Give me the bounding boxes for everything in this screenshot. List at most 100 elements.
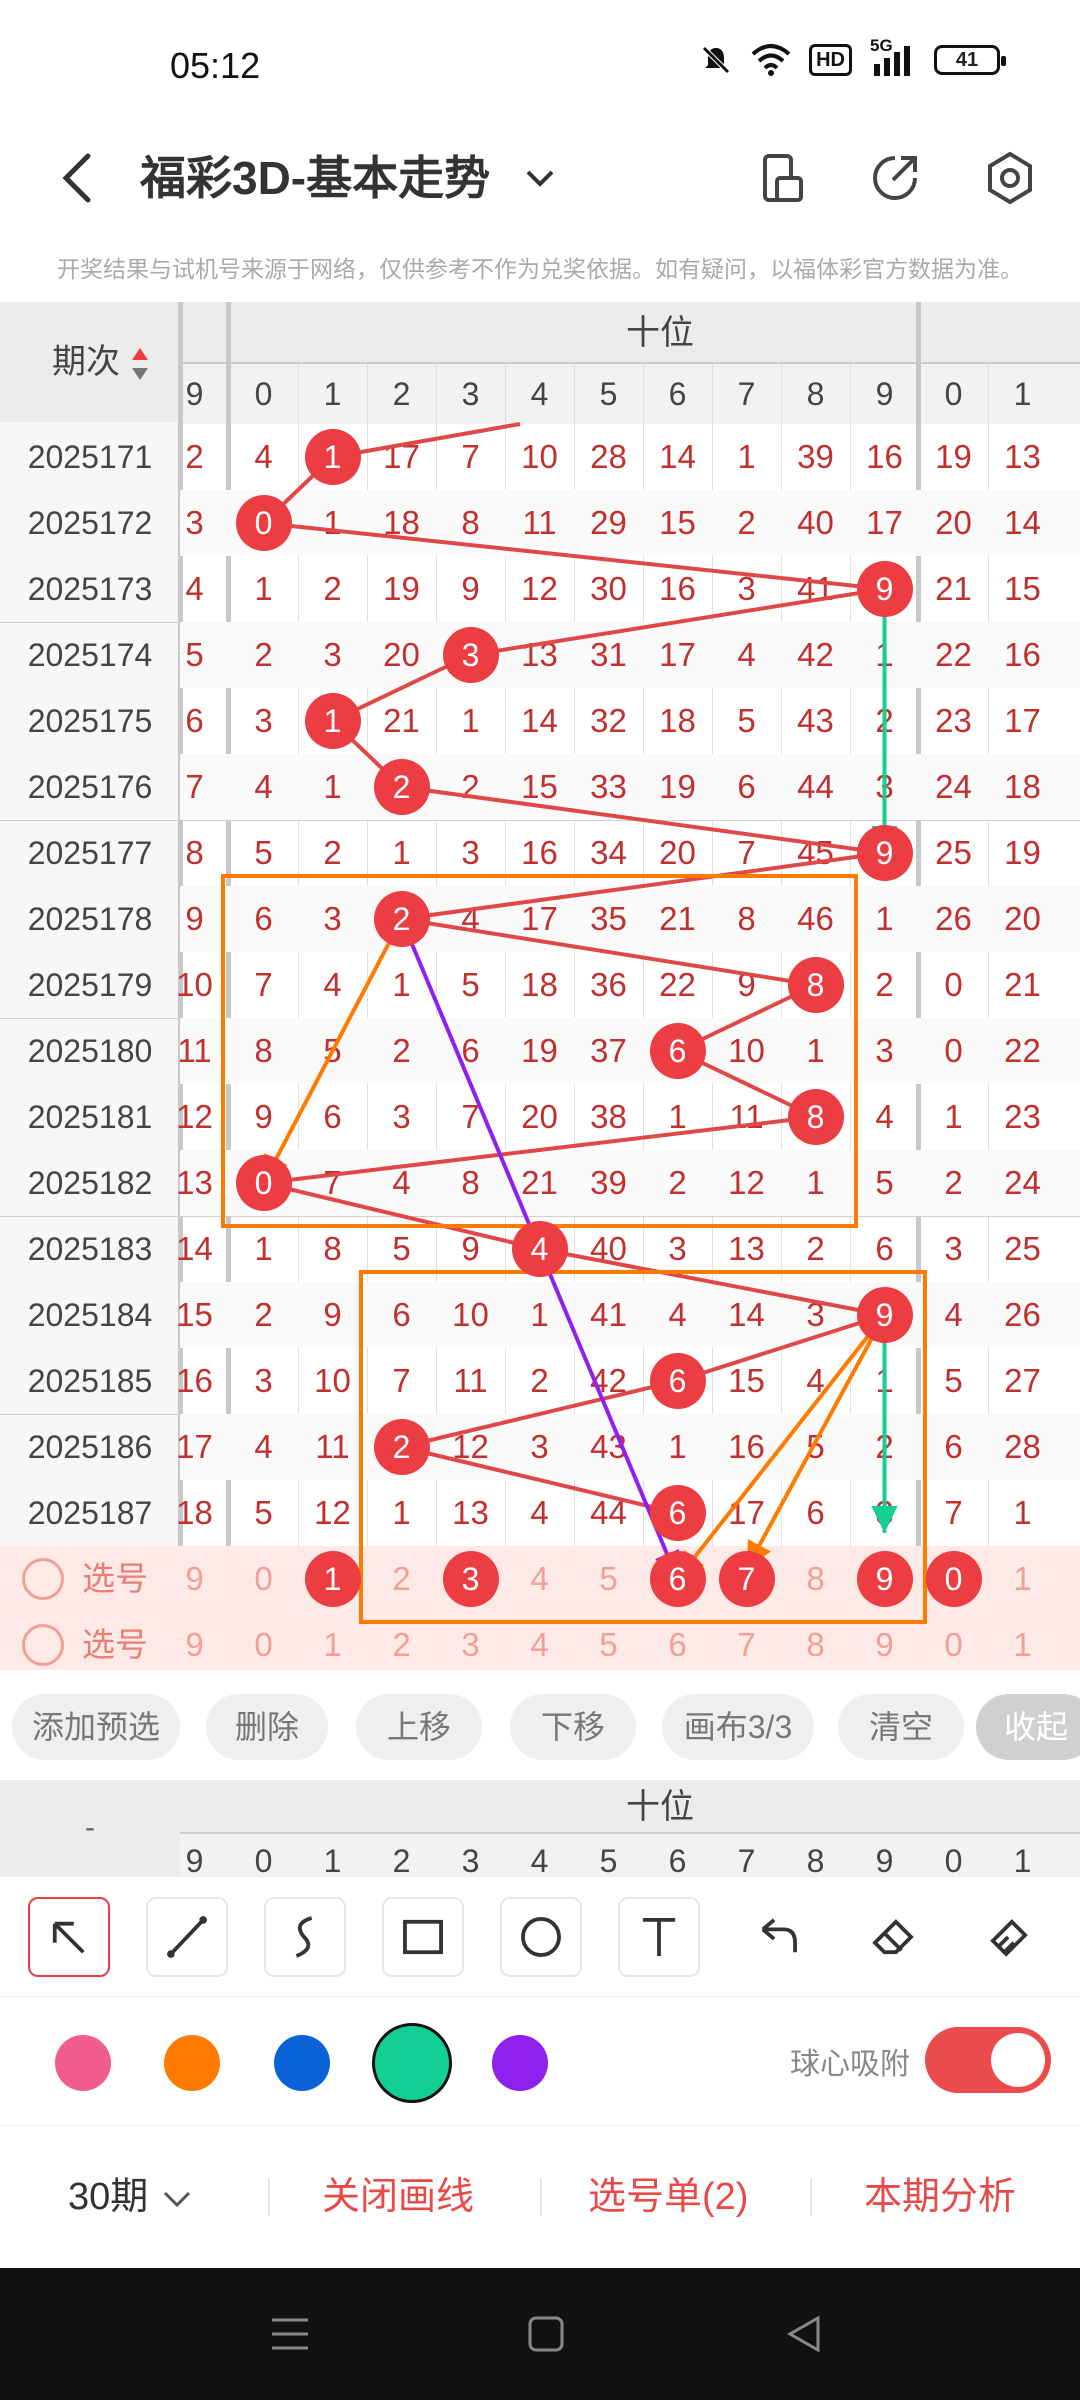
menu-icon[interactable] [268,2314,312,2354]
ball-trend-line [263,1115,816,1185]
picked-number-ball[interactable]: 6 [649,1551,706,1607]
picked-number-ball[interactable]: 9 [856,1551,913,1607]
canvas-page-button[interactable]: 画布3/3 [662,1694,814,1760]
secondary-digit-cell: 9 [185,1843,204,1876]
draw-number-ball[interactable]: 1 [304,429,361,485]
draw-number-ball[interactable]: 0 [235,495,292,551]
picked-number-ball[interactable]: 0 [925,1551,982,1607]
draw-number-ball[interactable]: 2 [373,1419,430,1475]
page-title[interactable]: 福彩3D-基本走势 [140,148,490,208]
select-tool-button[interactable] [28,1897,110,1977]
eraser-icon [872,1919,914,1955]
secondary-digit-cell: 4 [530,1843,549,1876]
draw-number-ball[interactable]: 6 [649,1023,706,1079]
ball-trend-line [401,917,816,987]
color-swatch-green-selected[interactable] [372,2023,452,2103]
text-tool-button[interactable] [618,1897,700,1977]
app-bar: 福彩3D-基本走势 [0,130,1080,240]
rectangle-tool-button[interactable] [382,1897,464,1977]
draw-number-ball[interactable]: 9 [856,1287,913,1343]
collapse-button[interactable]: 收起 [976,1694,1080,1760]
picked-number-ball[interactable]: 1 [304,1551,361,1607]
title-dropdown-button[interactable] [520,158,560,198]
draw-number-ball[interactable]: 8 [787,1089,844,1145]
action-pill-bar: 添加预选 删除 上移 下移 画布3/3 清空 收起 [0,1672,1080,1780]
draw-number-ball[interactable]: 9 [856,825,913,881]
draw-number-ball[interactable]: 9 [856,561,913,617]
drawing-toolbar [0,1876,1080,1996]
delete-button[interactable]: 删除 [206,1694,328,1760]
secondary-digit-cell: 0 [254,1843,273,1876]
line-tool-button[interactable] [146,1897,228,1977]
color-swatch-blue[interactable] [274,2035,330,2091]
draw-number-ball[interactable]: 1 [304,693,361,749]
secondary-digit-cell: 0 [944,1843,963,1876]
period-count-select[interactable]: 30期 [68,2126,195,2268]
secondary-digit-cell: 5 [599,1843,618,1876]
divider [268,2178,270,2216]
ball-trend-line [263,521,885,591]
undo-button[interactable] [736,1897,818,1977]
ball-trend-line [332,422,521,459]
draw-number-ball[interactable]: 0 [235,1155,292,1211]
landscape-toggle-button[interactable] [753,148,813,208]
hd-icon: HD [809,44,852,76]
trend-chart[interactable]: 期次 十位 9012345678901 2025171 2 4 17 7 10 28 14 1 3… [0,302,1080,1670]
freehand-icon [295,1916,313,1958]
status-time: 05:12 [170,45,261,86]
move-down-button[interactable]: 下移 [510,1694,636,1760]
chevron-down-icon [526,170,554,187]
draw-number-ball[interactable]: 2 [373,759,430,815]
secondary-digit-cell: 1 [323,1843,342,1876]
color-swatch-pink[interactable] [55,2035,111,2091]
secondary-digit-cell: 7 [737,1843,756,1876]
draw-number-ball[interactable]: 2 [373,891,430,947]
clear-button[interactable]: 清空 [838,1694,964,1760]
battery-icon: 41 [934,45,1006,75]
circle-tool-button[interactable] [500,1897,582,1977]
period-analysis-button[interactable]: 本期分析 [864,2126,1016,2268]
green-arrow-head [871,1505,898,1533]
draw-number-ball[interactable]: 8 [787,957,844,1013]
color-swatch-purple[interactable] [492,2035,548,2091]
draw-number-ball[interactable]: 3 [442,627,499,683]
status-bar: 05:12 HD 5G 41 [0,0,1080,130]
mute-icon [699,43,733,77]
picked-number-ball[interactable]: 7 [718,1551,775,1607]
home-icon[interactable] [526,2314,566,2354]
line-icon [167,1916,207,1958]
settings-button[interactable] [980,148,1040,208]
back-nav-icon[interactable] [784,2314,824,2354]
move-up-button[interactable]: 上移 [356,1694,482,1760]
add-preselect-button[interactable]: 添加预选 [12,1694,180,1760]
wifi-icon [751,44,791,76]
color-swatch-orange[interactable] [164,2035,220,2091]
text-icon [642,1918,676,1956]
back-button[interactable] [50,148,110,208]
draw-number-ball[interactable]: 6 [649,1353,706,1409]
secondary-period-cell: - [0,1780,180,1876]
clear-brush-button[interactable] [968,1897,1050,1977]
toggle-knob [991,2033,1045,2087]
circle-icon [521,1917,561,1957]
picked-number-ball[interactable]: 3 [442,1551,499,1607]
pick-list-button[interactable]: 选号单(2) [588,2126,748,2268]
freehand-tool-button[interactable] [264,1897,346,1977]
share-button[interactable] [865,148,925,208]
draw-number-ball[interactable]: 4 [511,1221,568,1277]
divider [540,2178,542,2216]
secondary-group-header: 十位 [180,1780,1080,1834]
signal-5g-label: 5G [870,36,893,55]
eraser-button[interactable] [852,1897,934,1977]
draw-number-ball[interactable]: 6 [649,1485,706,1541]
ball-trend-line [401,785,885,855]
orange-rect-annotation[interactable] [221,874,858,1228]
snap-to-center-toggle[interactable] [925,2027,1051,2093]
orange-arrow-line [261,918,404,1184]
secondary-digit-row: 9 0 1 2 3 4 5 6 7 8 9 0 1 [180,1834,1080,1876]
data-source-notice: 开奖结果与试机号来源于网络，仅供参考不作为兑奖依据。如有疑问，以福体彩官方数据为… [57,256,1023,282]
cursor-arrow-icon [52,1921,85,1954]
system-nav-bar [0,2268,1080,2400]
close-lines-button[interactable]: 关闭画线 [322,2126,474,2268]
phone-rotate-icon [763,154,803,202]
